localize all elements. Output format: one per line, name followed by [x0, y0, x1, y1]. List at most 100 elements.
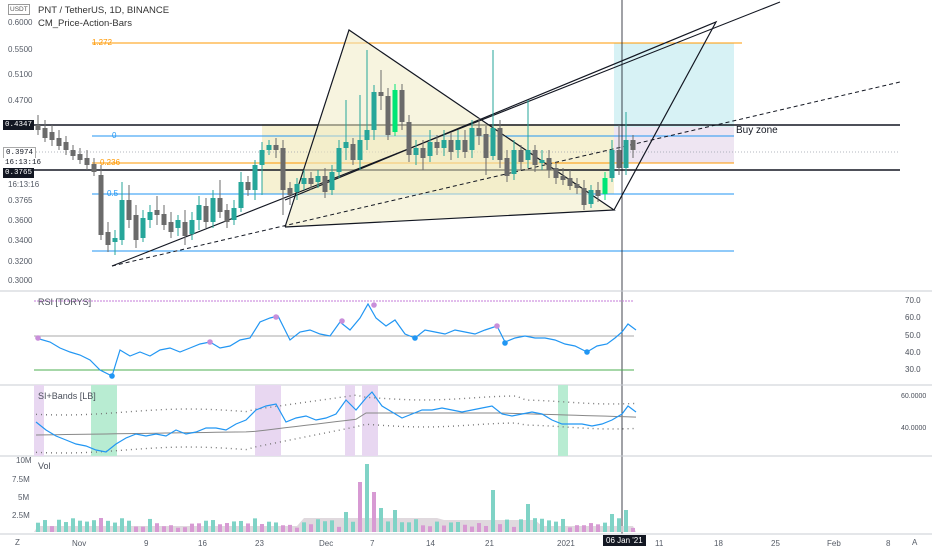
volume-bar[interactable] — [351, 521, 355, 532]
candle-body[interactable] — [336, 148, 342, 172]
volume-bar[interactable] — [512, 526, 516, 532]
candle-body[interactable] — [469, 128, 475, 150]
candle-body[interactable] — [245, 182, 251, 190]
volume-bar[interactable] — [169, 525, 173, 532]
volume-bar[interactable] — [85, 521, 89, 532]
candle-body[interactable] — [350, 144, 356, 160]
volume-bar[interactable] — [267, 521, 271, 532]
candle-body[interactable] — [511, 150, 517, 174]
candle-body[interactable] — [126, 200, 132, 220]
volume-bar[interactable] — [253, 518, 257, 532]
candle-body[interactable] — [434, 142, 440, 148]
volume-bar[interactable] — [582, 525, 586, 532]
volume-bar[interactable] — [309, 524, 313, 532]
volume-bar[interactable] — [71, 518, 75, 532]
candle-body[interactable] — [420, 148, 426, 158]
candle-body[interactable] — [147, 212, 153, 220]
volume-bar[interactable] — [78, 520, 82, 532]
candle-body[interactable] — [490, 128, 496, 156]
bands-title[interactable]: SI+Bands [LB] — [38, 391, 96, 401]
candle-body[interactable] — [273, 145, 279, 150]
volume-bar[interactable] — [323, 521, 327, 532]
candle-body[interactable] — [280, 148, 286, 190]
candle-body[interactable] — [504, 158, 510, 176]
volume-bar[interactable] — [603, 522, 607, 532]
volume-bar[interactable] — [225, 523, 229, 532]
volume-bar[interactable] — [386, 521, 390, 532]
candle-body[interactable] — [294, 184, 300, 192]
volume-bar[interactable] — [610, 514, 614, 532]
candle-body[interactable] — [98, 175, 104, 235]
candle-body[interactable] — [105, 232, 111, 245]
candle-body[interactable] — [427, 142, 433, 156]
volume-bar[interactable] — [197, 523, 201, 532]
candle-body[interactable] — [308, 178, 314, 184]
volume-bar[interactable] — [477, 523, 481, 532]
volume-bar[interactable] — [92, 520, 96, 532]
volume-bar[interactable] — [260, 524, 264, 532]
volume-bar[interactable] — [239, 520, 243, 532]
candle-body[interactable] — [91, 164, 97, 172]
volume-bar[interactable] — [540, 518, 544, 532]
candle-body[interactable] — [287, 188, 293, 195]
volume-bar[interactable] — [519, 519, 523, 532]
volume-bar[interactable] — [141, 526, 145, 532]
candle-body[interactable] — [329, 172, 335, 190]
candle-body[interactable] — [497, 128, 503, 160]
candle-body[interactable] — [315, 176, 321, 182]
volume-bar[interactable] — [442, 525, 446, 532]
candle-body[interactable] — [217, 198, 223, 212]
candle-body[interactable] — [616, 150, 622, 168]
volume-bar[interactable] — [113, 522, 117, 532]
candle-body[interactable] — [49, 132, 55, 140]
volume-bar[interactable] — [120, 518, 124, 532]
volume-bar[interactable] — [379, 508, 383, 532]
volume-bar[interactable] — [498, 524, 502, 532]
volume-bar[interactable] — [190, 523, 194, 532]
candle-body[interactable] — [532, 150, 538, 165]
volume-bar[interactable] — [274, 522, 278, 532]
volume-bar[interactable] — [491, 490, 495, 532]
candle-body[interactable] — [378, 92, 384, 96]
buy-zone-label[interactable]: Buy zone — [736, 125, 778, 136]
candle-body[interactable] — [84, 158, 90, 165]
candle-body[interactable] — [63, 142, 69, 150]
volume-bar[interactable] — [463, 524, 467, 532]
candle-body[interactable] — [364, 130, 370, 140]
candle-body[interactable] — [623, 140, 629, 168]
candle-body[interactable] — [133, 215, 139, 240]
volume-bar[interactable] — [218, 524, 222, 532]
candle-body[interactable] — [154, 210, 160, 215]
volume-bar[interactable] — [302, 522, 306, 532]
candle-body[interactable] — [413, 148, 419, 155]
volume-bar[interactable] — [232, 521, 236, 532]
candle-body[interactable] — [224, 210, 230, 222]
volume-bar[interactable] — [57, 519, 61, 532]
volume-bar[interactable] — [246, 523, 250, 532]
candle-body[interactable] — [483, 134, 489, 158]
volume-bar[interactable] — [617, 518, 621, 532]
volume-bar[interactable] — [204, 520, 208, 532]
candle-body[interactable] — [399, 90, 405, 122]
volume-bar[interactable] — [106, 520, 110, 532]
volume-bar[interactable] — [547, 520, 551, 532]
candle-body[interactable] — [210, 198, 216, 222]
candle-body[interactable] — [343, 142, 349, 148]
price-tag-support[interactable]: 0.3765 — [3, 168, 35, 178]
candle-body[interactable] — [595, 190, 601, 196]
candle-body[interactable] — [196, 205, 202, 220]
volume-bar[interactable] — [295, 527, 299, 532]
volume-bar[interactable] — [288, 524, 292, 532]
volume-bar[interactable] — [211, 520, 215, 532]
candle-body[interactable] — [119, 200, 125, 240]
volume-bar[interactable] — [183, 527, 187, 532]
candle-body[interactable] — [455, 140, 461, 150]
candle-body[interactable] — [392, 90, 398, 132]
candle-body[interactable] — [161, 214, 167, 225]
candle-body[interactable] — [168, 222, 174, 232]
candle-body[interactable] — [441, 140, 447, 148]
volume-bar[interactable] — [575, 525, 579, 532]
volume-bar[interactable] — [365, 464, 369, 532]
volume-bar[interactable] — [316, 519, 320, 532]
volume-bar[interactable] — [337, 526, 341, 532]
